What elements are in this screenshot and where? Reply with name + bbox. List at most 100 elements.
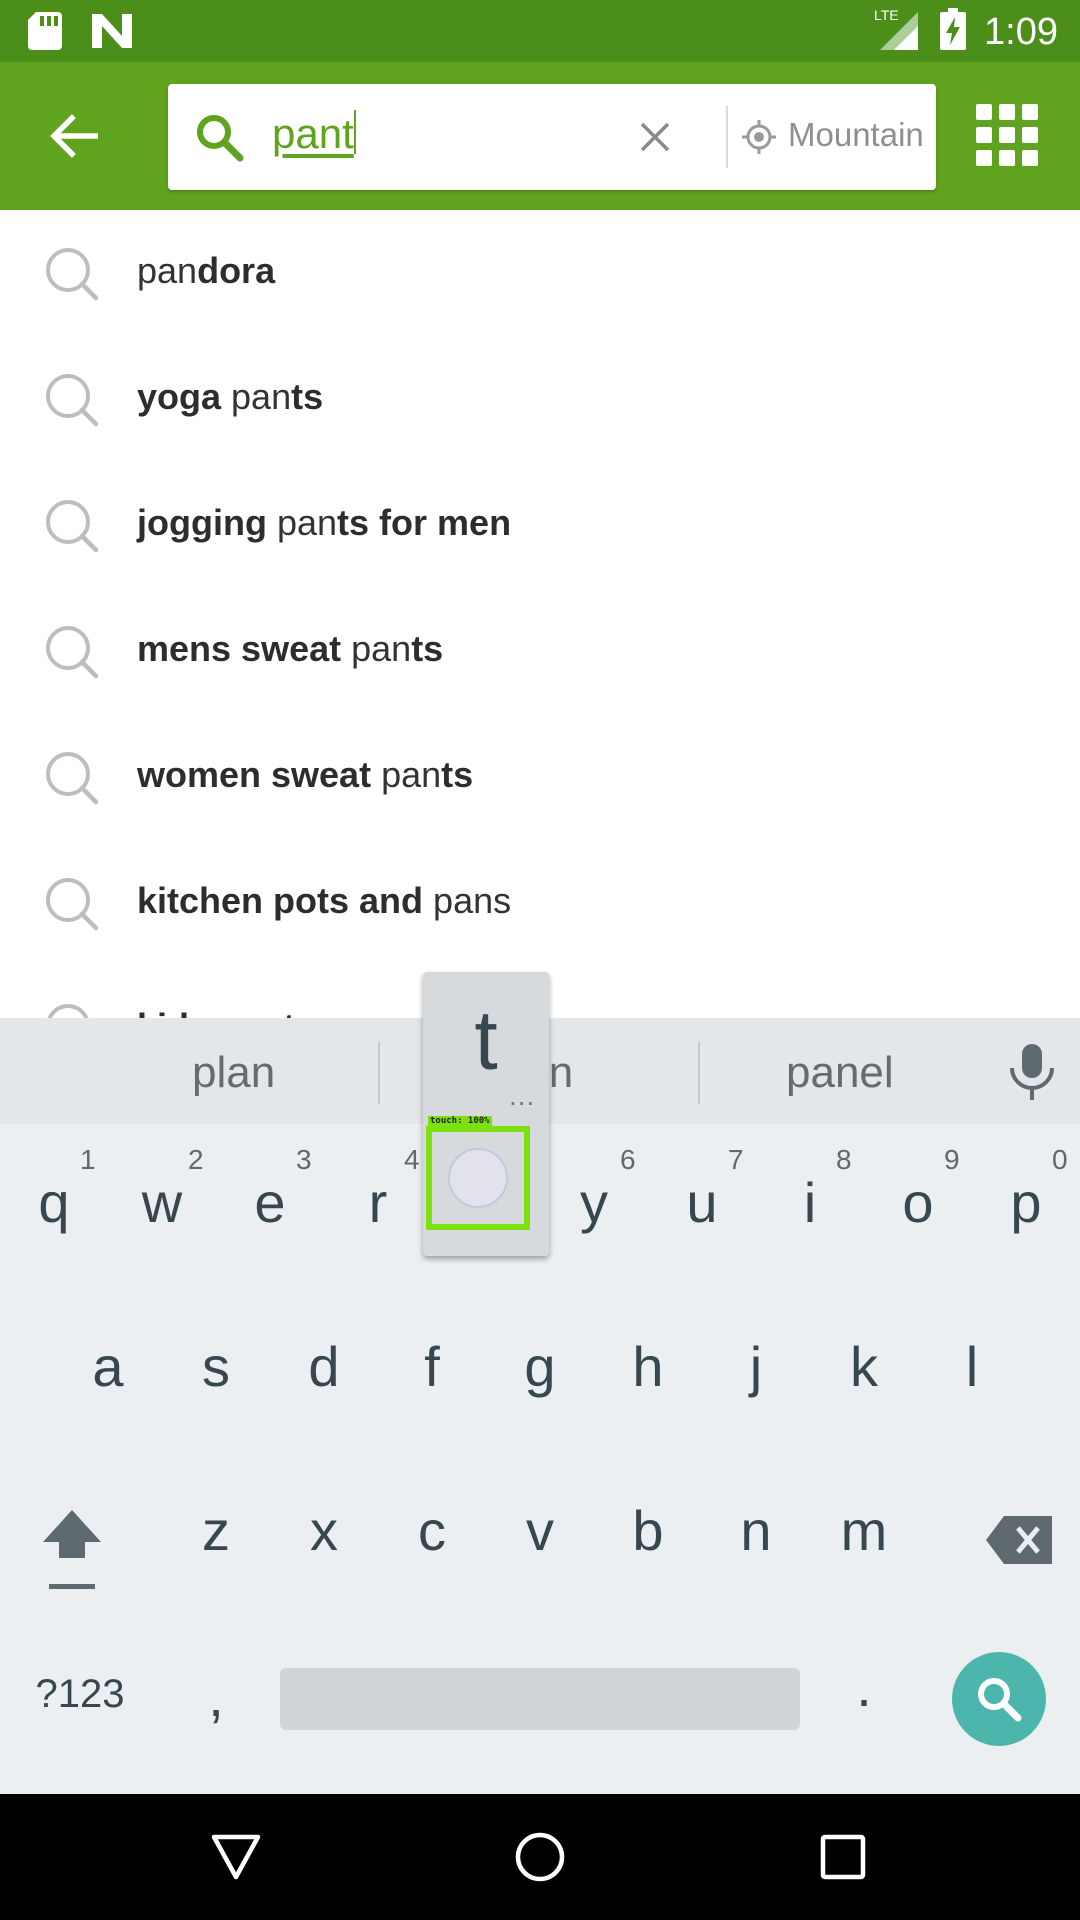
suggestion-text-part: ts: [411, 628, 444, 669]
key[interactable]: m: [814, 1498, 914, 1563]
suggestion-item[interactable]: jogging pants for men: [0, 462, 1080, 588]
nav-recents-button[interactable]: [810, 1824, 876, 1890]
key[interactable]: y: [544, 1170, 644, 1235]
back-button[interactable]: [42, 104, 106, 168]
suggestion-text-part: pans: [433, 880, 512, 921]
key[interactable]: b: [598, 1498, 698, 1563]
suggestion-text: kitchen pots and pans: [137, 880, 511, 922]
key-number-hint: 2: [188, 1144, 204, 1175]
apps-grid-icon[interactable]: [976, 104, 1038, 166]
key[interactable]: p: [976, 1170, 1076, 1235]
search-box[interactable]: pant Mountain: [168, 84, 936, 190]
key[interactable]: d: [274, 1334, 374, 1399]
suggestion-item[interactable]: women sweat pants: [0, 714, 1080, 840]
key-number-hint: 6: [620, 1144, 636, 1175]
suggestion-item[interactable]: pandora: [0, 210, 1080, 336]
search-icon: [44, 750, 100, 811]
suggestion-text-part: jogging: [137, 502, 277, 543]
keyboard-suggestion[interactable]: plan: [192, 1048, 275, 1098]
shift-key[interactable]: [22, 1506, 122, 1609]
n-logo-icon: [92, 14, 132, 53]
symbols-key[interactable]: ?123: [30, 1672, 130, 1717]
touch-highlight-box: [426, 1126, 530, 1230]
sd-card-icon: [28, 12, 62, 55]
suggestion-text-part: kitchen pots and: [137, 880, 434, 921]
nav-back-button[interactable]: [203, 1824, 269, 1890]
suggestion-item[interactable]: mens sweat pants: [0, 588, 1080, 714]
recents-square-icon: [820, 1834, 866, 1880]
shift-arrow-icon: [43, 1510, 101, 1589]
key[interactable]: v: [490, 1498, 590, 1563]
touch-label: touch: 100%: [428, 1116, 492, 1126]
back-triangle-icon: [211, 1834, 261, 1880]
key-number-hint: 9: [944, 1144, 960, 1175]
key[interactable]: i: [760, 1170, 860, 1235]
key[interactable]: j: [706, 1334, 806, 1399]
key[interactable]: r: [328, 1170, 428, 1235]
suggestion-text-part: ts for men: [337, 502, 512, 543]
key[interactable]: s: [166, 1334, 266, 1399]
suggestion-text-part: yoga: [137, 376, 232, 417]
search-input-value: pant: [272, 110, 354, 157]
space-bar[interactable]: [280, 1668, 800, 1730]
suggestion-divider: [378, 1042, 380, 1104]
search-action-key[interactable]: [952, 1652, 1046, 1746]
keyboard-suggestion[interactable]: panel: [786, 1048, 894, 1098]
key-number-hint: 8: [836, 1144, 852, 1175]
clear-search-button[interactable]: [630, 112, 680, 162]
more-keys-indicator: ...: [509, 1080, 536, 1111]
location-icon[interactable]: [742, 120, 776, 159]
key-preview-letter: t: [474, 993, 498, 1087]
suggestion-text: yoga pants: [137, 376, 323, 418]
suggestion-text: kids pants: [137, 1006, 315, 1018]
location-field[interactable]: Mountain: [788, 116, 924, 154]
key[interactable]: x: [274, 1498, 374, 1563]
suggestion-text-part: ts: [441, 754, 474, 795]
suggestion-item[interactable]: kitchen pots and pans: [0, 840, 1080, 966]
key[interactable]: f: [382, 1334, 482, 1399]
lte-signal-icon: LTE: [874, 6, 922, 57]
search-icon: [44, 624, 100, 685]
key[interactable]: q: [4, 1170, 104, 1235]
text-cursor: [353, 110, 356, 154]
key[interactable]: c: [382, 1498, 482, 1563]
suggestion-text-part: ts: [291, 376, 324, 417]
suggestion-text: women sweat pants: [137, 754, 473, 796]
key[interactable]: o: [868, 1170, 968, 1235]
lte-label: LTE: [874, 7, 899, 23]
key[interactable]: n: [706, 1498, 806, 1563]
nav-home-button[interactable]: [507, 1824, 573, 1890]
search-input[interactable]: pant: [272, 110, 356, 158]
suggestion-text-part: dora: [197, 250, 276, 291]
key[interactable]: l: [922, 1334, 1022, 1399]
suggestion-text: pandora: [137, 250, 275, 292]
suggestion-text-part: kids pants: [137, 1006, 315, 1018]
suggestion-list: pandora yoga pants jogging pants for men me…: [0, 210, 1080, 1018]
key[interactable]: a: [58, 1334, 158, 1399]
suggestion-text-part: mens sweat: [137, 628, 352, 669]
key[interactable]: h: [598, 1334, 698, 1399]
key-number-hint: 7: [728, 1144, 744, 1175]
search-icon: [978, 1678, 1022, 1722]
status-time: 1:09: [984, 10, 1058, 53]
suggestion-text-part: pan: [351, 628, 412, 669]
search-divider: [726, 106, 728, 168]
comma-key[interactable]: ,: [166, 1664, 266, 1729]
key[interactable]: w: [112, 1170, 212, 1235]
key[interactable]: z: [166, 1498, 266, 1563]
key[interactable]: u: [652, 1170, 752, 1235]
key[interactable]: g: [490, 1334, 590, 1399]
search-icon: [44, 246, 100, 307]
backspace-key[interactable]: [970, 1512, 1070, 1577]
clear-icon: [640, 122, 670, 152]
key-number-hint: 1: [80, 1144, 96, 1175]
key[interactable]: e: [220, 1170, 320, 1235]
suggestion-divider: [698, 1042, 700, 1104]
suggestion-text-part: pan: [231, 376, 292, 417]
status-bar: LTE 1:09: [0, 0, 1080, 62]
suggestion-item[interactable]: yoga pants: [0, 336, 1080, 462]
period-key[interactable]: .: [814, 1654, 914, 1719]
key-number-hint: 3: [296, 1144, 312, 1175]
key[interactable]: k: [814, 1334, 914, 1399]
microphone-icon[interactable]: [1006, 1044, 1058, 1105]
